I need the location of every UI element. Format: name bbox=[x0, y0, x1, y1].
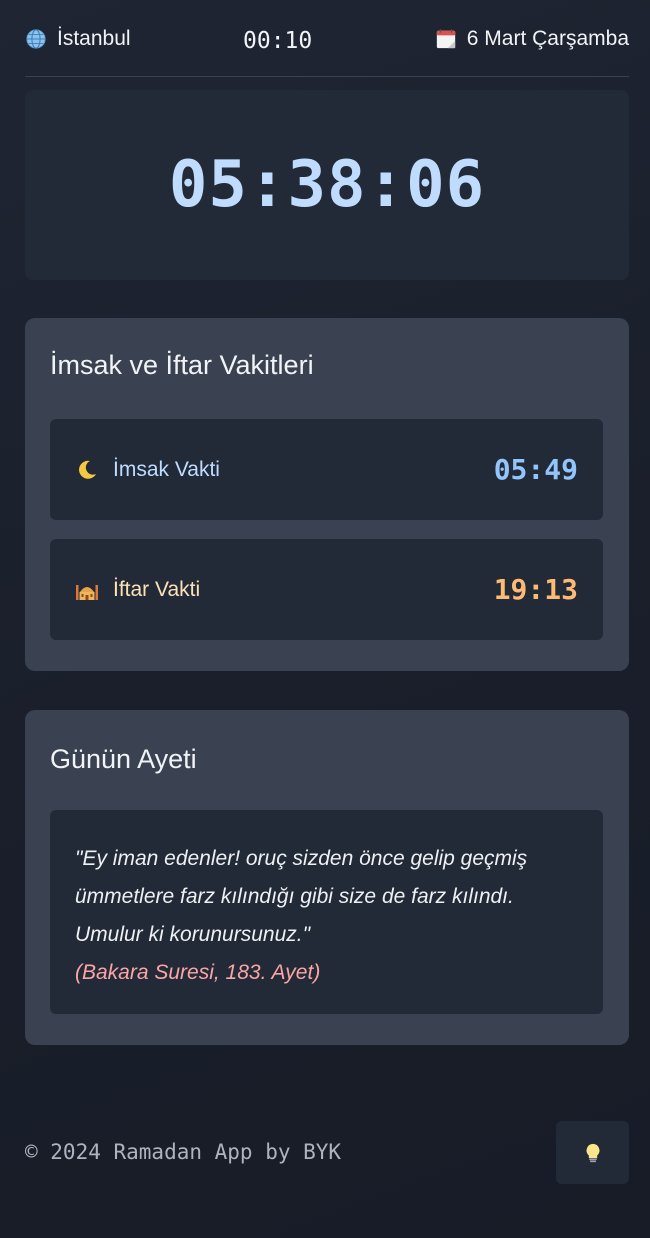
verse-box: "Ey iman edenler! oruç sizden önce gelip… bbox=[50, 810, 603, 1014]
current-time: 00:10 bbox=[243, 28, 313, 54]
iftar-row: İftar Vakti 19:13 bbox=[50, 539, 603, 640]
mosque-icon bbox=[76, 584, 98, 600]
prayer-times-title: İmsak ve İftar Vakitleri bbox=[50, 350, 314, 380]
lightbulb-icon bbox=[586, 1143, 599, 1162]
iftar-label: İftar Vakti bbox=[113, 577, 201, 601]
verse-reference: (Bakara Suresi, 183. Ayet) bbox=[75, 961, 321, 984]
verse-text: "Ey iman edenler! oruç sizden önce gelip… bbox=[75, 847, 528, 946]
imsak-row: İmsak Vakti 05:49 bbox=[50, 419, 603, 520]
daily-verse-card: Günün Ayeti "Ey iman edenler! oruç sizde… bbox=[25, 710, 629, 1045]
date-text: 6 Mart Çarşamba bbox=[466, 27, 629, 50]
top-bar: İstanbul 00:10 6 Mart Çarşamba bbox=[25, 0, 629, 77]
calendar-icon bbox=[436, 29, 455, 49]
crescent-moon-icon bbox=[79, 460, 96, 479]
imsak-label: İmsak Vakti bbox=[113, 457, 220, 481]
globe-icon bbox=[26, 29, 46, 49]
location: İstanbul bbox=[25, 27, 131, 51]
prayer-times-card: İmsak ve İftar Vakitleri İmsak Vakti 05:… bbox=[25, 318, 629, 671]
city-name: İstanbul bbox=[57, 27, 131, 50]
iftar-time: 19:13 bbox=[493, 573, 578, 606]
daily-verse-title: Günün Ayeti bbox=[50, 744, 197, 774]
countdown-timer: 05:38:06 bbox=[168, 148, 486, 222]
countdown-card: 05:38:06 bbox=[25, 90, 629, 280]
date-display: 6 Mart Çarşamba bbox=[435, 27, 629, 51]
footer-copyright: © 2024 Ramadan App by BYK bbox=[25, 1140, 342, 1164]
imsak-time: 05:49 bbox=[493, 453, 578, 486]
theme-toggle-button[interactable] bbox=[556, 1121, 629, 1184]
